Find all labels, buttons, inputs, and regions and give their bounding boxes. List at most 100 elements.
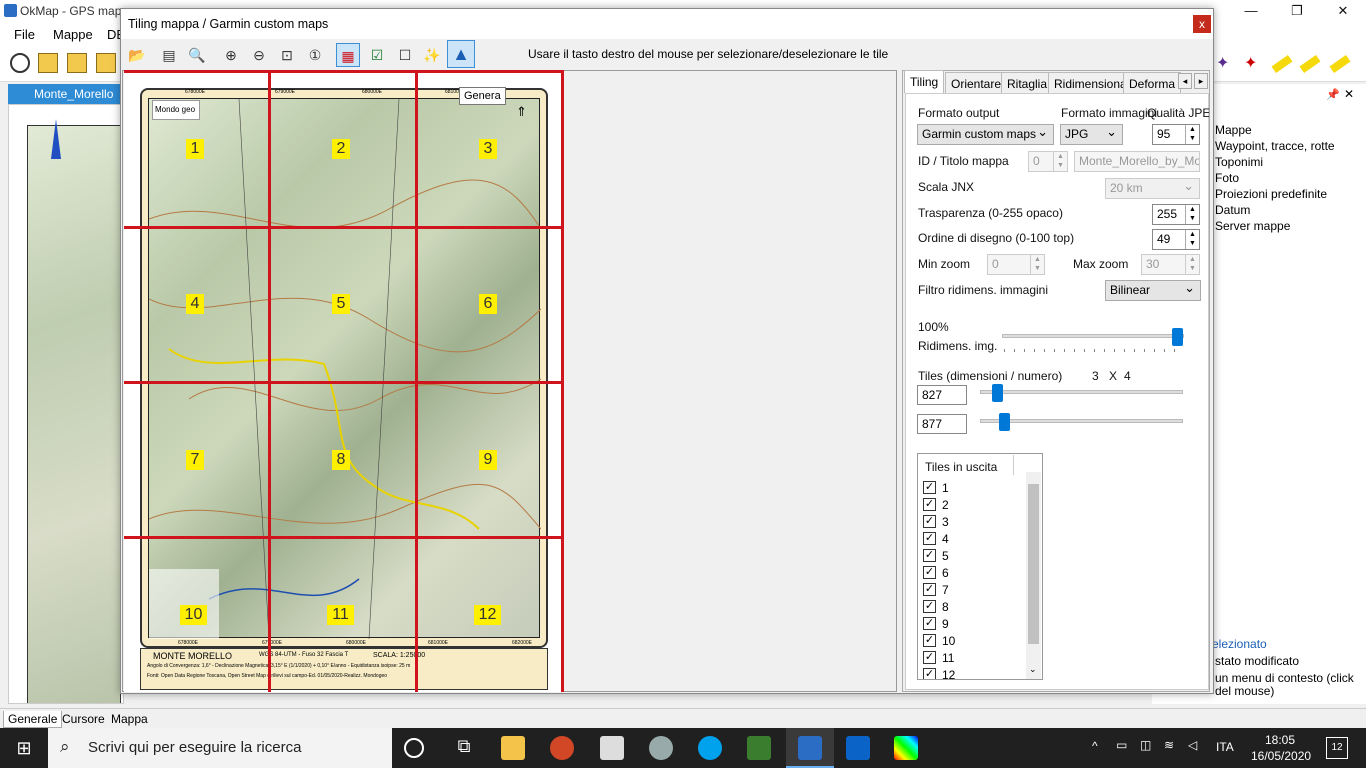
app-icon[interactable] [649,736,673,760]
properties-icon[interactable]: ▤ [157,43,181,67]
scroll-down-icon[interactable]: ⌄ [1029,664,1037,675]
panel-item-proiezioni[interactable]: Proiezioni predefinite [1215,187,1327,201]
tray-app-icon[interactable]: ◫ [1140,738,1151,752]
dialog-close-button[interactable]: x [1193,15,1211,33]
tab-tiling[interactable]: Tiling [904,70,945,93]
spin-icon[interactable]: ▲ ▼ [1185,230,1199,249]
tile-height-slider[interactable] [999,413,1010,431]
tile-label[interactable]: 1 [186,139,204,159]
calculator-icon[interactable] [600,736,624,760]
tile-label[interactable]: 7 [186,450,204,470]
menu-mappe[interactable]: Mappe [53,27,93,42]
tab-mappa[interactable]: Mappa [107,711,152,727]
tab-cursore[interactable]: Cursore [58,711,109,727]
notification-icon[interactable]: 12 [1326,737,1348,759]
powerpoint-icon[interactable] [550,736,574,760]
zoom-icon[interactable]: 🔍 [185,43,209,67]
wifi-icon[interactable]: ≋ [1164,738,1174,752]
tile-checkbox[interactable]: ✓ [923,617,936,630]
tile-checkbox[interactable]: ✓ [923,515,936,528]
formato-immagini-select[interactable]: JPG [1060,124,1123,145]
tile-height-input[interactable]: 877 [917,414,967,434]
zoom-fit-icon[interactable]: ⊡ [275,43,299,67]
tile-checkbox[interactable]: ✓ [923,498,936,511]
deselect-all-icon[interactable]: ☐ [393,43,417,67]
tab-generale[interactable]: Generale [3,711,63,728]
task-view-icon[interactable]: ⧉ [452,736,476,760]
language-indicator[interactable]: ITA [1216,740,1234,754]
magic-wand-icon[interactable]: ✨ [420,43,444,67]
tile-label[interactable]: 10 [180,605,207,625]
spin-icon[interactable]: ▲ ▼ [1185,205,1199,224]
tile-label[interactable]: 2 [332,139,350,159]
tab-scroll-right-icon[interactable]: ▸ [1194,73,1208,89]
tile-height-track[interactable] [980,419,1183,423]
open-map-icon[interactable]: 📂 [125,43,149,67]
zoom-out-icon[interactable]: ⊖ [247,43,271,67]
tile-label[interactable]: 12 [474,605,501,625]
list-scrollbar-thumb[interactable] [1028,484,1039,644]
outlook-icon[interactable] [846,736,870,760]
tile-checkbox[interactable]: ✓ [923,583,936,596]
formato-output-select[interactable]: Garmin custom maps [917,124,1054,145]
tile-label[interactable]: 4 [186,294,204,314]
tab-ritaglia[interactable]: Ritaglia [1001,72,1054,93]
ridimens-slider[interactable] [1172,328,1183,346]
zoom-in-icon[interactable]: ⊕ [219,43,243,67]
tile-label[interactable]: 9 [479,450,497,470]
tab-orientare[interactable]: Orientare [945,72,1008,93]
route-tool-icon[interactable]: ✦ [1216,53,1236,73]
route-delete-icon[interactable]: ✦ [1244,53,1264,73]
menu-file[interactable]: File [14,27,35,42]
panel-item-mappe[interactable]: Mappe [1215,123,1252,137]
tile-width-slider[interactable] [992,384,1003,402]
tile-checkbox[interactable]: ✓ [923,532,936,545]
tile-checkbox[interactable]: ✓ [923,668,936,679]
tile-label[interactable]: 5 [332,294,350,314]
panel-close-icon[interactable]: ✕ [1344,87,1354,101]
spin-icon[interactable]: ▲ ▼ [1185,125,1199,144]
select-all-icon[interactable]: ☑ [365,43,389,67]
generate-icon[interactable]: ▲ [447,40,475,68]
zoom-icon[interactable] [10,53,30,73]
tile-label[interactable]: 3 [479,139,497,159]
trasparenza-input[interactable]: 255 ▲ ▼ [1152,204,1200,225]
close-icon[interactable]: ✕ [1320,0,1366,22]
tile-label[interactable]: 8 [332,450,350,470]
tile-checkbox[interactable]: ✓ [923,566,936,579]
tile-width-track[interactable] [980,390,1183,394]
tray-network-icon[interactable]: ▭ [1116,738,1127,752]
document-tab[interactable]: Monte_Morello [8,84,120,104]
grid-toggle-icon[interactable]: ▦ [336,43,360,67]
minimize-icon[interactable]: — [1228,0,1274,22]
windows-start-icon[interactable]: ⊞ [0,728,48,768]
panel-item-toponimi[interactable]: Toponimi [1215,155,1263,169]
open-folder-icon[interactable] [38,53,58,73]
cortana-icon[interactable] [404,738,424,758]
skype-icon[interactable] [698,736,722,760]
tile-checkbox[interactable]: ✓ [923,651,936,664]
topographic-map[interactable] [148,98,541,639]
tab-deforma[interactable]: Deforma [1123,72,1182,93]
taskbar-search[interactable]: Scrivi qui per eseguire la ricerca [48,728,392,768]
ridimens-track[interactable] [1002,334,1184,338]
tile-checkbox[interactable]: ✓ [923,481,936,494]
editor-icon[interactable] [747,736,771,760]
panel-item-server[interactable]: Server mappe [1215,219,1290,233]
paint-icon[interactable] [894,736,918,760]
tile-checkbox[interactable]: ✓ [923,634,936,647]
volume-icon[interactable]: ◁ [1188,738,1197,752]
ordine-input[interactable]: 49 ▲ ▼ [1152,229,1200,250]
taskbar-clock[interactable]: 18:05 16/05/2020 [1251,732,1311,764]
panel-item-waypoint[interactable]: Waypoint, tracce, rotte [1215,139,1335,153]
panel-item-datum[interactable]: Datum [1215,203,1250,217]
pin-icon[interactable]: 📌 [1326,88,1340,101]
panel-item-foto[interactable]: Foto [1215,171,1239,185]
document-map-area[interactable] [8,104,124,704]
filtro-select[interactable]: Bilinear [1105,280,1201,301]
tab-scroll-left-icon[interactable]: ◂ [1178,73,1192,89]
qualita-input[interactable]: 95 ▲ ▼ [1152,124,1200,145]
zoom-1-1-icon[interactable]: ① [303,43,327,67]
tile-checkbox[interactable]: ✓ [923,600,936,613]
folder-icon[interactable] [67,53,87,73]
